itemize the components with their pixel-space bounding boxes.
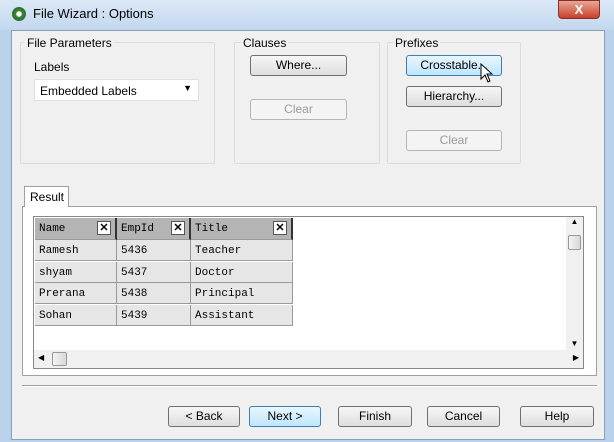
clauses-label: Clauses (241, 36, 289, 50)
prefixes-label: Prefixes (393, 36, 441, 50)
close-button[interactable]: X (558, 0, 600, 19)
divider (22, 385, 597, 387)
labels-label: Labels (34, 60, 70, 74)
table-cell[interactable]: 5438 (117, 283, 191, 304)
table-cell[interactable]: Prerana (35, 283, 117, 304)
table-cell[interactable]: Ramesh (35, 240, 117, 261)
where-button[interactable]: Where... (250, 55, 347, 76)
table-cell[interactable]: Doctor (191, 261, 293, 283)
column-header-title[interactable]: Title ✕ (191, 218, 293, 240)
scroll-up-icon[interactable]: ▲ (566, 217, 583, 226)
chevron-down-icon: ▼ (183, 83, 192, 93)
table-cell[interactable]: Sohan (35, 304, 117, 326)
table-cell[interactable]: 5439 (117, 304, 191, 326)
table-cell[interactable]: 5437 (117, 261, 191, 283)
labels-dropdown[interactable]: Embedded Labels ▼ (34, 79, 199, 101)
clauses-clear-button[interactable]: Clear (250, 99, 347, 120)
column-header-empid[interactable]: EmpId ✕ (117, 218, 191, 240)
app-icon (12, 7, 26, 21)
file-parameters-label: File Parameters (25, 36, 114, 50)
hierarchy-button[interactable]: Hierarchy... (406, 86, 502, 107)
labels-value: Embedded Labels (40, 84, 137, 98)
horizontal-scroll-thumb[interactable] (52, 352, 67, 366)
table-cell[interactable]: 5436 (117, 240, 191, 261)
header-label: Title (195, 223, 229, 235)
tab-result[interactable]: Result (24, 186, 69, 207)
window-title: File Wizard : Options (33, 6, 154, 21)
vertical-scroll-thumb[interactable] (568, 235, 581, 250)
result-grid: Name ✕ EmpId ✕ Title ✕ Ramesh 5436 Teacher shy… (33, 216, 584, 369)
remove-column-icon[interactable]: ✕ (171, 221, 185, 235)
horizontal-scrollbar[interactable]: ◀ ▶ (34, 350, 583, 368)
scroll-left-icon[interactable]: ◀ (38, 353, 44, 362)
scroll-right-icon[interactable]: ▶ (573, 353, 579, 362)
header-label: Name (39, 223, 66, 235)
help-button[interactable]: Help (520, 406, 594, 427)
mouse-cursor-icon (480, 63, 494, 83)
table-cell[interactable]: Teacher (191, 240, 293, 261)
next-button[interactable]: Next > (249, 406, 321, 427)
table-cell[interactable]: Principal (191, 283, 293, 304)
cancel-button[interactable]: Cancel (427, 406, 500, 427)
prefixes-clear-button[interactable]: Clear (406, 130, 502, 151)
remove-column-icon[interactable]: ✕ (97, 221, 111, 235)
remove-column-icon[interactable]: ✕ (273, 221, 287, 235)
column-header-name[interactable]: Name ✕ (35, 218, 117, 240)
header-label: EmpId (121, 223, 155, 235)
table-cell[interactable]: Assistant (191, 304, 293, 326)
back-button[interactable]: < Back (168, 406, 240, 427)
finish-button[interactable]: Finish (338, 406, 412, 427)
scroll-down-icon[interactable]: ▼ (566, 339, 583, 348)
table-cell[interactable]: shyam (35, 261, 117, 283)
vertical-scrollbar[interactable]: ▲ ▼ (566, 217, 583, 350)
